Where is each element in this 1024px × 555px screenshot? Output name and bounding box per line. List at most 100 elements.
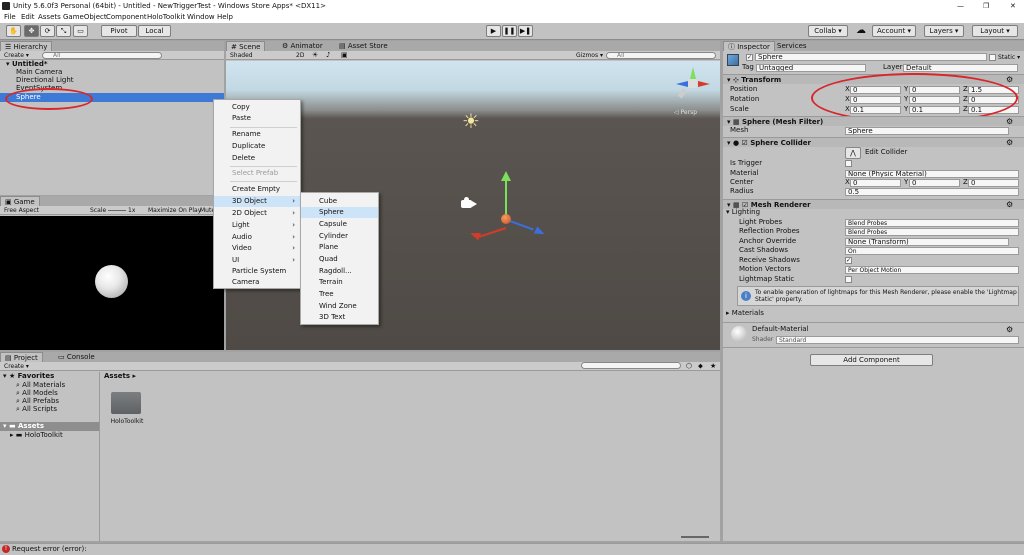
layout-button[interactable]: Layout ▾ [972, 25, 1018, 37]
shader-dropdown[interactable]: Standard [776, 336, 1019, 344]
menu-gameobject[interactable]: GameObject [63, 13, 107, 22]
zoom-slider[interactable] [681, 536, 709, 538]
tab-hierarchy[interactable]: ☰ Hierarchy [0, 41, 53, 51]
assets-folder[interactable]: ▾ ▬ Assets [0, 422, 99, 431]
sphere-collider-header[interactable]: ▾ ● ☑ Sphere Collider [723, 137, 1024, 147]
pivot-toggle[interactable]: Pivot [101, 25, 137, 37]
layer-dropdown[interactable]: Default [903, 64, 1018, 72]
reflection-probes-dropdown[interactable]: Blend Probes [845, 228, 1019, 236]
filter-label-icon[interactable]: ⬥ [698, 362, 703, 371]
center-y-field[interactable]: 0 [909, 179, 960, 187]
settings-gear-icon[interactable]: ⚙ [1006, 138, 1013, 147]
pause-button[interactable]: ❚❚ [502, 25, 517, 37]
hand-tool-icon[interactable]: ✋ [6, 25, 21, 37]
lighting-foldout[interactable]: ▾ Lighting [726, 208, 760, 217]
menu-item-3d-object[interactable]: 3D Object › [214, 196, 300, 207]
tab-game[interactable]: ▣ Game [0, 196, 40, 206]
settings-gear-icon[interactable]: ⚙ [1006, 117, 1013, 126]
account-button[interactable]: Account ▾ [872, 25, 916, 37]
perspective-label[interactable]: ◁ Persp [674, 109, 697, 116]
menu-item-copy[interactable]: Copy [214, 102, 300, 113]
submenu-item-cube[interactable]: Cube [301, 196, 378, 207]
filter-type-icon[interactable]: ⬡ [686, 362, 692, 370]
menu-item-video[interactable]: Video › [214, 243, 300, 254]
scale-tool-icon[interactable]: ⤡ [56, 25, 71, 37]
close-button[interactable]: ✕ [1010, 1, 1016, 11]
submenu-item-wind-zone[interactable]: Wind Zone [301, 301, 378, 312]
fav-item-all-scripts[interactable]: ⌕ All Scripts [0, 405, 99, 414]
menu-file[interactable]: File [4, 13, 16, 22]
submenu-item-terrain[interactable]: Terrain [301, 277, 378, 288]
submenu-item-ragdoll[interactable]: Ragdoll... [301, 266, 378, 277]
submenu-item-capsule[interactable]: Capsule [301, 219, 378, 230]
hierarchy-search-input[interactable]: All [42, 52, 162, 59]
tab-console[interactable]: ▭ Console [54, 352, 99, 362]
step-button[interactable]: ▶❚ [518, 25, 533, 37]
x-axis-handle[interactable] [506, 219, 534, 231]
shading-mode-dropdown[interactable]: Shaded [230, 51, 280, 60]
static-checkbox[interactable] [989, 54, 996, 61]
settings-gear-icon[interactable]: ⚙ [1006, 200, 1013, 209]
menu-item-2d-object[interactable]: 2D Object › [214, 208, 300, 219]
radius-field[interactable]: 0.5 [845, 188, 1019, 196]
submenu-item-3d-text[interactable]: 3D Text [301, 312, 378, 323]
mesh-renderer-header[interactable]: ▾ ▦ ☑ Mesh Renderer [723, 199, 1024, 209]
motion-vectors-dropdown[interactable]: Per Object Motion [845, 266, 1019, 274]
favorites-folder[interactable]: ▾ ★ Favorites [0, 372, 99, 381]
menu-help[interactable]: Help [217, 13, 233, 22]
materials-foldout[interactable]: ▸ Materials [726, 309, 764, 318]
rotate-tool-icon[interactable]: ⟳ [40, 25, 55, 37]
scene-search-input[interactable]: All [606, 52, 716, 59]
settings-gear-icon[interactable]: ⚙ [1006, 75, 1013, 84]
tab-services[interactable]: Services [773, 41, 811, 51]
menu-item-ui[interactable]: UI › [214, 255, 300, 266]
selected-sphere-object[interactable] [501, 214, 511, 224]
edit-collider-button[interactable]: ⋀ [845, 147, 861, 159]
menu-item-particle-system[interactable]: Particle System [214, 266, 300, 277]
submenu-item-plane[interactable]: Plane [301, 242, 378, 253]
tab-scene[interactable]: # Scene [226, 41, 266, 51]
maximize-on-play-toggle[interactable]: Maximize On Play [148, 206, 201, 215]
tag-dropdown[interactable]: Untagged [756, 64, 866, 72]
effects-toggle-icon[interactable]: ▣ [341, 51, 348, 60]
submenu-item-cylinder[interactable]: Cylinder [301, 231, 378, 242]
add-component-button[interactable]: Add Component [810, 354, 933, 366]
center-x-field[interactable]: 0 [850, 179, 901, 187]
aspect-dropdown[interactable]: Free Aspect [4, 206, 39, 215]
assets-breadcrumb[interactable]: Assets ▸ [104, 372, 136, 380]
menu-window[interactable]: Window [187, 13, 215, 22]
orientation-gizmo[interactable] [674, 67, 710, 103]
cast-shadows-dropdown[interactable]: On [845, 247, 1019, 255]
submenu-item-quad[interactable]: Quad [301, 254, 378, 265]
maximize-button[interactable]: ❐ [983, 1, 989, 11]
mesh-filter-header[interactable]: ▾ ▦ Sphere (Mesh Filter) [723, 116, 1024, 126]
tab-inspector[interactable]: ⓘ Inspector [723, 41, 775, 51]
y-axis-arrow-icon[interactable] [501, 171, 511, 181]
menu-item-camera[interactable]: Camera [214, 277, 300, 288]
local-toggle[interactable]: Local [138, 25, 171, 37]
menu-item-delete[interactable]: Delete [214, 153, 300, 164]
rect-tool-icon[interactable]: ▭ [73, 25, 88, 37]
project-create-button[interactable]: Create ▾ [4, 362, 29, 371]
object-name-field[interactable]: Sphere [755, 53, 987, 61]
audio-toggle-icon[interactable]: ♪ [326, 51, 330, 60]
menu-assets[interactable]: Assets [38, 13, 61, 22]
center-z-field[interactable]: 0 [968, 179, 1019, 187]
lighting-toggle-icon[interactable]: ☀ [312, 51, 318, 60]
menu-item-light[interactable]: Light › [214, 220, 300, 231]
gizmos-dropdown[interactable]: Gizmos ▾ [576, 51, 603, 60]
receive-shadows-checkbox[interactable]: ✓ [845, 257, 852, 264]
cloud-icon[interactable]: ☁ [856, 25, 866, 37]
project-search-input[interactable] [581, 362, 681, 369]
anchor-override-field[interactable]: None (Transform) [845, 238, 1009, 246]
menu-item-duplicate[interactable]: Duplicate [214, 141, 300, 152]
tab-animator[interactable]: ⚙ Animator [278, 41, 327, 51]
mesh-field[interactable]: Sphere [845, 127, 1009, 135]
collab-button[interactable]: Collab ▾ [808, 25, 848, 37]
folder-tile[interactable]: HoloToolkit [109, 389, 145, 429]
favorite-search-icon[interactable]: ★ [710, 362, 716, 370]
move-tool-icon[interactable]: ✥ [24, 25, 39, 37]
y-axis-handle[interactable] [505, 179, 507, 219]
collider-enabled-checkbox[interactable]: ☑ [742, 139, 751, 147]
menu-component[interactable]: Component [106, 13, 147, 22]
